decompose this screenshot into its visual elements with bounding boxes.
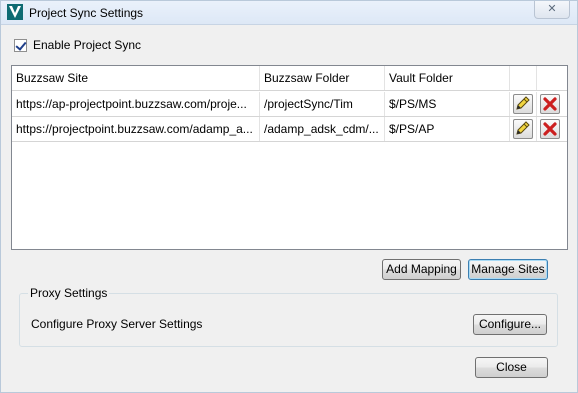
- proxy-settings-title: Proxy Settings: [28, 286, 110, 300]
- edit-cell: [510, 92, 537, 116]
- buzzsaw-folder-cell[interactable]: /projectSync/Tim: [260, 92, 385, 116]
- column-header-vault-folder[interactable]: Vault Folder: [385, 66, 510, 90]
- title-bar: Project Sync Settings ✕: [1, 1, 577, 25]
- column-header-edit: [510, 66, 537, 90]
- buzzsaw-site-cell[interactable]: https://ap-projectpoint.buzzsaw.com/proj…: [12, 92, 260, 116]
- add-mapping-button[interactable]: Add Mapping: [382, 259, 461, 280]
- column-header-buzzsaw-site[interactable]: Buzzsaw Site: [12, 66, 260, 90]
- pencil-icon: [516, 96, 530, 110]
- manage-sites-button[interactable]: Manage Sites: [468, 259, 548, 280]
- delete-mapping-button[interactable]: [540, 94, 560, 114]
- buzzsaw-folder-cell[interactable]: /adamp_adsk_cdm/...: [260, 117, 385, 141]
- delete-cell: [537, 117, 563, 141]
- table-row[interactable]: https://ap-projectpoint.buzzsaw.com/proj…: [12, 92, 567, 117]
- vault-folder-cell[interactable]: $/PS/MS: [385, 92, 510, 116]
- dialog-window: Project Sync Settings ✕ Enable Project S…: [0, 0, 578, 393]
- vault-folder-cell[interactable]: $/PS/AP: [385, 117, 510, 141]
- edit-mapping-button[interactable]: [513, 119, 533, 139]
- pencil-icon: [516, 121, 530, 135]
- window-title: Project Sync Settings: [29, 6, 144, 20]
- app-logo-icon: [7, 4, 23, 20]
- buzzsaw-site-cell[interactable]: https://projectpoint.buzzsaw.com/adamp_a…: [12, 117, 260, 141]
- delete-mapping-button[interactable]: [540, 119, 560, 139]
- delete-x-icon: [543, 122, 557, 136]
- close-button[interactable]: Close: [475, 357, 548, 378]
- enable-project-sync-checkbox[interactable]: [14, 39, 27, 52]
- edit-mapping-button[interactable]: [513, 94, 533, 114]
- configure-button[interactable]: Configure...: [473, 314, 547, 335]
- column-header-buzzsaw-folder[interactable]: Buzzsaw Folder: [260, 66, 385, 90]
- enable-project-sync-label[interactable]: Enable Project Sync: [33, 38, 141, 52]
- delete-x-icon: [543, 97, 557, 111]
- grid-header: Buzzsaw Site Buzzsaw Folder Vault Folder: [12, 66, 567, 91]
- column-header-delete: [537, 66, 563, 90]
- window-close-button[interactable]: ✕: [534, 1, 570, 19]
- edit-cell: [510, 117, 537, 141]
- delete-cell: [537, 92, 563, 116]
- proxy-settings-label: Configure Proxy Server Settings: [31, 317, 203, 331]
- mapping-grid: Buzzsaw Site Buzzsaw Folder Vault Folder…: [11, 65, 568, 250]
- table-row[interactable]: https://projectpoint.buzzsaw.com/adamp_a…: [12, 117, 567, 142]
